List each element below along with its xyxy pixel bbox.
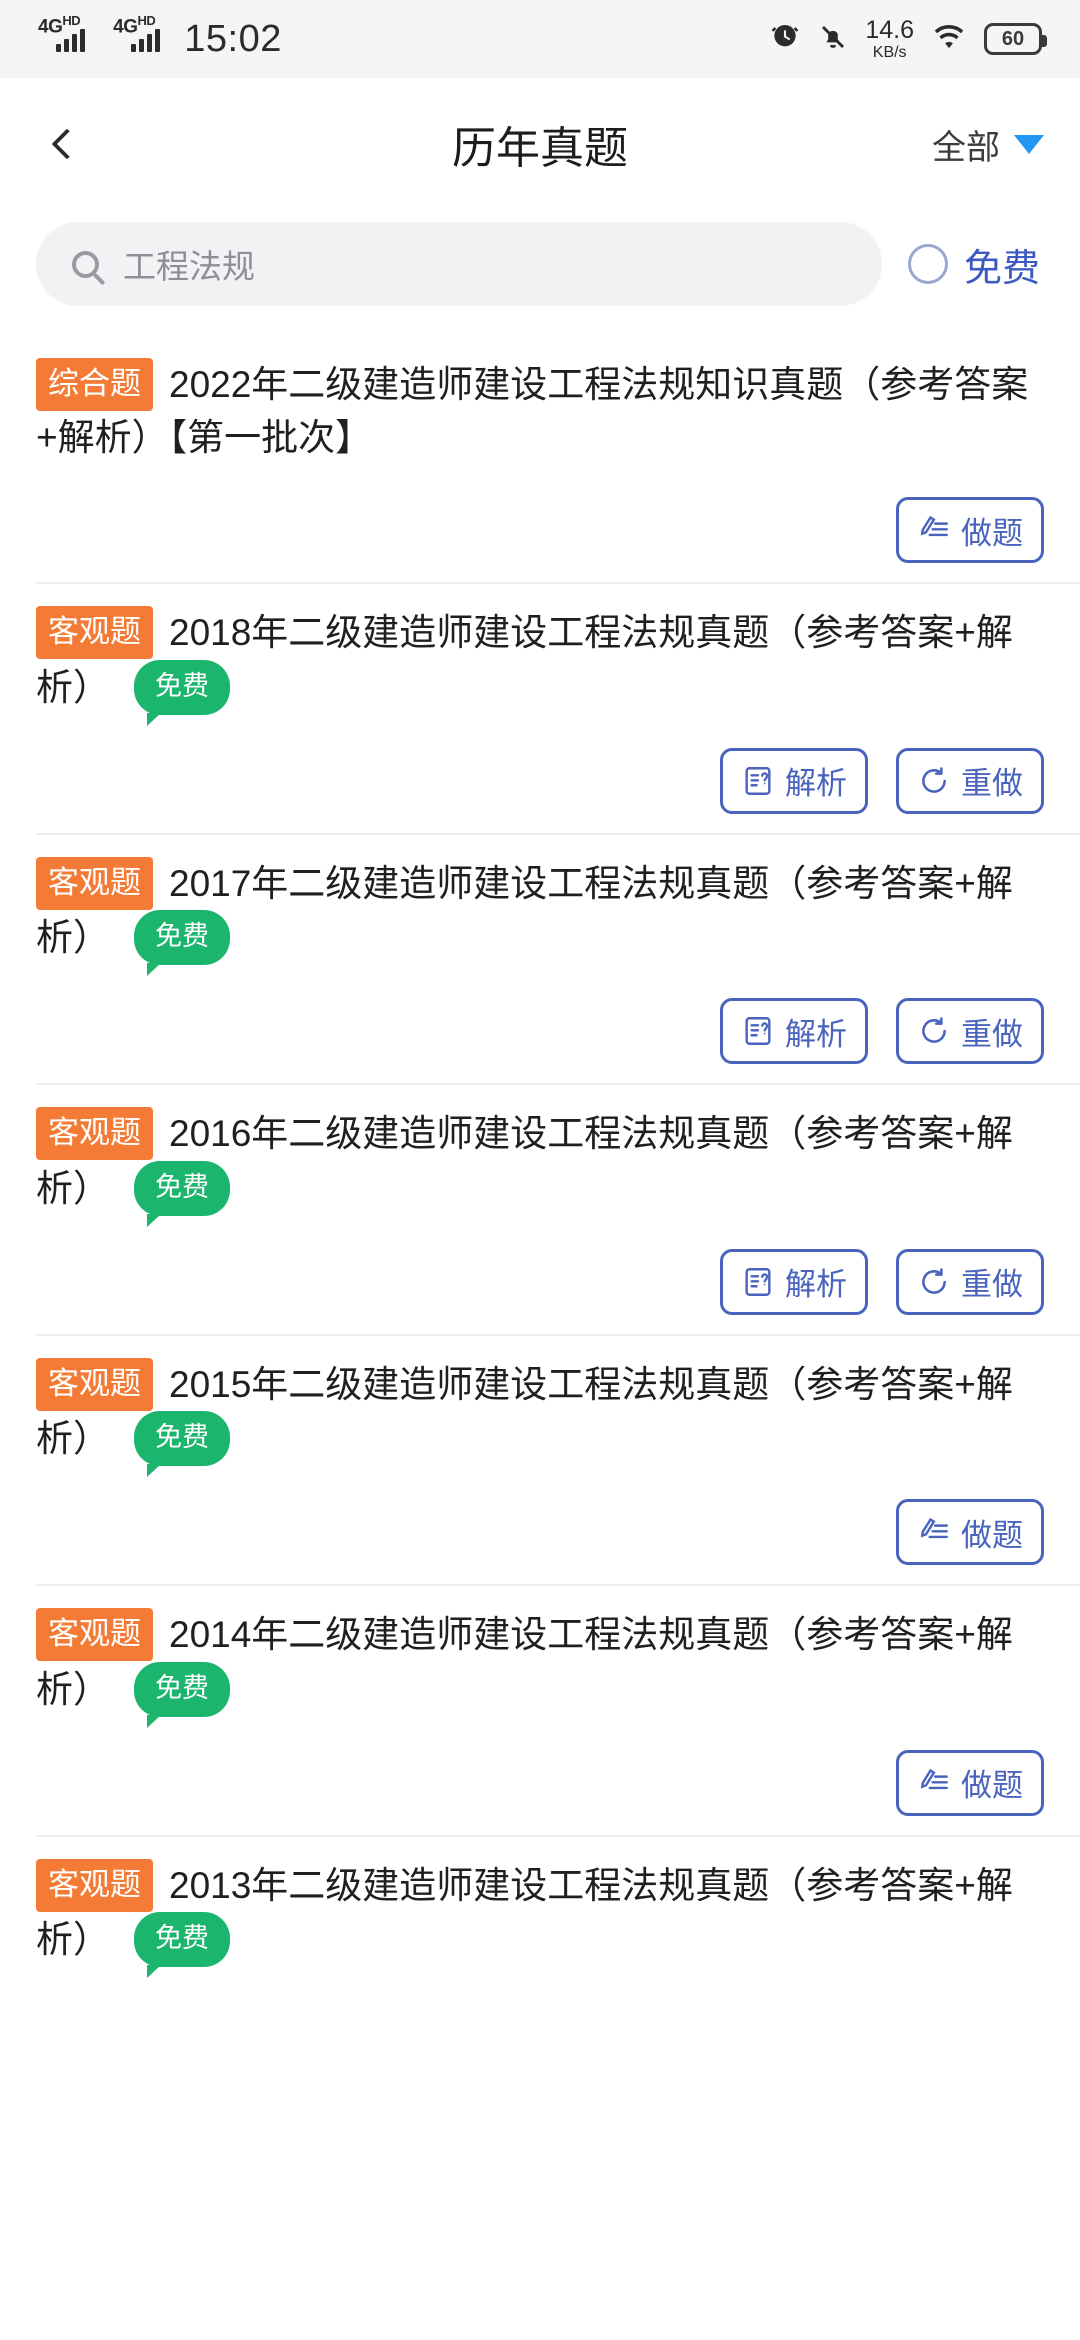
free-badge: 免费 [134, 1160, 230, 1227]
status-bar: 4GHD 4GHD 15:02 14.6 KB/s 60 [0, 0, 1080, 78]
redo-label: 重做 [961, 766, 1023, 802]
pencil-list-icon [917, 1515, 951, 1549]
item-actions: 解析 重做 [36, 745, 1044, 817]
exam-paper-list: 综合题 2022年二级建造师建设工程法规知识真题（参考答案+解析）【第一批次】 做… [0, 334, 1080, 1983]
item-actions: 解析 重做 [36, 1246, 1044, 1318]
app-header: 历年真题 全部 [0, 78, 1080, 210]
redo-button[interactable]: 重做 [896, 1248, 1044, 1315]
item-title: 客观题 2013年二级建造师建设工程法规真题（参考答案+解析） 免费 [36, 1858, 1044, 1979]
list-item[interactable]: 综合题 2022年二级建造师建设工程法规知识真题（参考答案+解析）【第一批次】 做… [0, 334, 1080, 582]
network-hd-label: HD [62, 12, 81, 28]
free-badge: 免费 [134, 1411, 230, 1478]
item-title: 综合题 2022年二级建造师建设工程法规知识真题（参考答案+解析）【第一批次】 [36, 358, 1044, 464]
filter-all-label: 全部 [932, 128, 1000, 167]
item-actions: 解析 重做 [36, 995, 1044, 1067]
redo-button[interactable]: 重做 [896, 747, 1044, 814]
free-badge: 免费 [134, 910, 230, 977]
chevron-left-icon [51, 128, 83, 160]
signal-icon-secondary: 4GHD [113, 14, 161, 52]
page-title: 历年真题 [452, 124, 628, 173]
pencil-list-icon [917, 513, 951, 547]
network-type-label: 4G [38, 16, 63, 37]
analysis-label: 解析 [785, 1016, 847, 1052]
free-filter-label: 免费 [963, 247, 1040, 290]
free-badge: 免费 [134, 659, 230, 726]
analysis-button[interactable]: 解析 [720, 747, 868, 814]
analysis-button[interactable]: 解析 [720, 998, 868, 1065]
do-questions-button[interactable]: 做题 [896, 1499, 1044, 1566]
refresh-icon [917, 1265, 951, 1299]
refresh-icon [917, 1014, 951, 1048]
status-bar-right: 14.6 KB/s 60 [769, 15, 1047, 61]
item-title-text: 2022年二级建造师建设工程法规知识真题（参考答案+解析）【第一批次】 [36, 364, 1029, 458]
search-row: 工程法规 免费 [0, 210, 1080, 334]
document-question-icon [741, 1014, 775, 1048]
list-item[interactable]: 客观题 2017年二级建造师建设工程法规真题（参考答案+解析） 免费 解析 重做 [0, 832, 1080, 1084]
free-filter-toggle[interactable]: 免费 [907, 237, 1044, 292]
free-badge: 免费 [134, 1912, 230, 1979]
wifi-icon [930, 22, 968, 57]
item-title: 客观题 2014年二级建造师建设工程法规真题（参考答案+解析） 免费 [36, 1608, 1044, 1728]
item-title: 客观题 2017年二级建造师建设工程法规真题（参考答案+解析） 免费 [36, 856, 1044, 977]
redo-button[interactable]: 重做 [896, 998, 1044, 1065]
battery-level: 60 [1001, 27, 1025, 50]
back-button[interactable] [36, 113, 98, 175]
triangle-down-icon [1014, 134, 1044, 154]
refresh-icon [917, 764, 951, 798]
alarm-icon [769, 21, 801, 58]
search-icon [72, 250, 99, 278]
network-speed: 14.6 KB/s [865, 15, 914, 61]
do-questions-label: 做题 [961, 515, 1023, 551]
document-question-icon [741, 764, 775, 798]
clock: 15:02 [184, 17, 282, 60]
list-item[interactable]: 客观题 2018年二级建造师建设工程法规真题（参考答案+解析） 免费 解析 重做 [0, 582, 1080, 833]
item-title: 客观题 2015年二级建造师建设工程法规真题（参考答案+解析） 免费 [36, 1357, 1044, 1478]
do-questions-label: 做题 [961, 1517, 1023, 1553]
item-type-tag: 客观题 [36, 1107, 153, 1161]
filter-all-dropdown[interactable]: 全部 [932, 120, 1044, 169]
item-type-tag: 综合题 [36, 358, 153, 411]
item-type-tag: 客观题 [36, 606, 153, 660]
item-title: 客观题 2018年二级建造师建设工程法规真题（参考答案+解析） 免费 [36, 606, 1044, 726]
item-type-tag: 客观题 [36, 1357, 153, 1411]
battery-icon: 60 [984, 23, 1047, 55]
analysis-label: 解析 [785, 766, 847, 802]
item-actions: 做题 [36, 1496, 1044, 1568]
free-badge: 免费 [134, 1661, 230, 1728]
radio-button-icon[interactable] [907, 244, 948, 284]
do-questions-button[interactable]: 做题 [896, 1749, 1044, 1816]
item-title: 客观题 2016年二级建造师建设工程法规真题（参考答案+解析） 免费 [36, 1107, 1044, 1227]
status-bar-left: 4GHD 4GHD 15:02 [38, 14, 282, 61]
analysis-label: 解析 [785, 1267, 847, 1303]
network-hd-label-2: HD [137, 12, 156, 28]
item-type-tag: 客观题 [36, 856, 153, 910]
list-item[interactable]: 客观题 2013年二级建造师建设工程法规真题（参考答案+解析） 免费 [0, 1834, 1080, 1984]
redo-label: 重做 [961, 1016, 1023, 1052]
document-question-icon [741, 1265, 775, 1299]
item-actions: 做题 [36, 494, 1044, 566]
network-type-label-2: 4G [113, 16, 138, 37]
analysis-button[interactable]: 解析 [720, 1248, 868, 1315]
network-speed-value: 14.6 [865, 15, 914, 44]
signal-icon: 4GHD [38, 14, 86, 52]
search-placeholder: 工程法规 [123, 248, 255, 285]
pencil-list-icon [917, 1766, 951, 1800]
do-questions-label: 做题 [961, 1768, 1023, 1804]
do-questions-button[interactable]: 做题 [896, 497, 1044, 564]
redo-label: 重做 [961, 1267, 1023, 1303]
search-input[interactable]: 工程法规 [36, 222, 882, 306]
item-type-tag: 客观题 [36, 1858, 153, 1912]
list-item[interactable]: 客观题 2014年二级建造师建设工程法规真题（参考答案+解析） 免费 做题 [0, 1584, 1080, 1835]
list-item[interactable]: 客观题 2015年二级建造师建设工程法规真题（参考答案+解析） 免费 做题 [0, 1333, 1080, 1585]
mute-icon [817, 21, 849, 58]
item-actions: 做题 [36, 1747, 1044, 1819]
item-type-tag: 客观题 [36, 1608, 153, 1662]
network-speed-unit: KB/s [872, 43, 907, 61]
list-item[interactable]: 客观题 2016年二级建造师建设工程法规真题（参考答案+解析） 免费 解析 重做 [0, 1083, 1080, 1334]
